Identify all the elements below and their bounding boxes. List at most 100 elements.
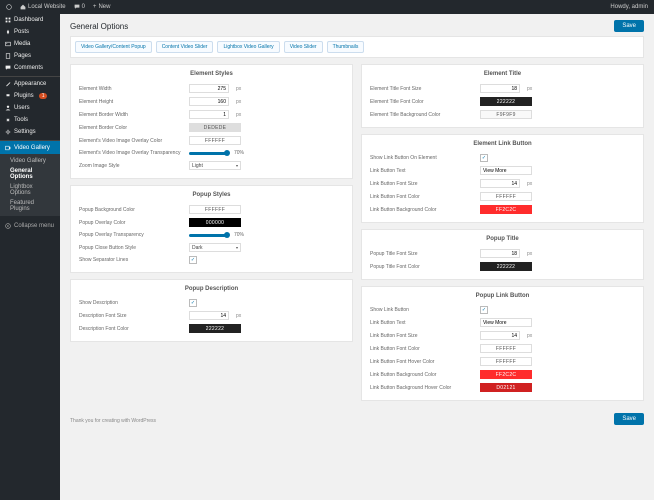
- sidebar-sub-featured-plugins[interactable]: Featured Plugins: [0, 198, 60, 214]
- color-swatch[interactable]: FFFFFF: [480, 344, 532, 353]
- option-row: Link Button Font Hover ColorFFFFFF: [370, 355, 635, 368]
- sidebar-sub-video-gallery[interactable]: Video Gallery: [0, 156, 60, 166]
- option-row: Zoom Image StyleLight: [79, 159, 344, 172]
- checkbox-Show Link Button[interactable]: ✓: [480, 306, 488, 314]
- greeting[interactable]: Howdy, admin: [610, 4, 648, 10]
- sidebar-item-media[interactable]: Media: [0, 38, 60, 50]
- sidebar-item-users[interactable]: Users: [0, 102, 60, 114]
- site-link[interactable]: Local Website: [20, 4, 66, 10]
- save-button[interactable]: Save: [614, 20, 644, 32]
- option-row: Show Link Button✓: [370, 304, 635, 316]
- panel-element-styles: Element StylesElement WidthpxElement Hei…: [70, 64, 353, 179]
- option-row: Popup Overlay Transparency70%: [79, 229, 344, 241]
- option-row: Link Button Background Hover ColorD02121: [370, 381, 635, 394]
- option-label: Element Title Font Size: [370, 86, 480, 92]
- color-swatch[interactable]: FFFFFF: [480, 192, 532, 201]
- option-row: Show Description✓: [79, 297, 344, 309]
- select-Popup Close Button Style[interactable]: Dark: [189, 243, 241, 252]
- option-label: Link Button Font Size: [370, 181, 480, 187]
- panel-title: Element Title: [370, 71, 635, 77]
- sidebar-item-posts[interactable]: Posts: [0, 26, 60, 38]
- input-Popup Title Font Size[interactable]: [480, 249, 520, 258]
- option-label: Link Button Text: [370, 320, 480, 326]
- input-Element Width[interactable]: [189, 84, 229, 93]
- slider-Element's Video Image Overlay Transparency[interactable]: [189, 152, 227, 155]
- input-Link Button Text[interactable]: [480, 166, 532, 175]
- input-Element Border Width[interactable]: [189, 110, 229, 119]
- input-Element Title Font Size[interactable]: [480, 84, 520, 93]
- checkbox-Show Separator Lines[interactable]: ✓: [189, 256, 197, 264]
- option-label: Element Border Width: [79, 112, 189, 118]
- input-Link Button Text[interactable]: [480, 318, 532, 327]
- color-swatch[interactable]: 222222: [189, 324, 241, 333]
- color-swatch[interactable]: 222222: [480, 262, 532, 271]
- color-swatch[interactable]: 000000: [189, 218, 241, 227]
- option-label: Popup Title Font Color: [370, 264, 480, 270]
- option-row: Popup Close Button StyleDark: [79, 241, 344, 254]
- option-label: Link Button Font Color: [370, 346, 480, 352]
- option-label: Element Height: [79, 99, 189, 105]
- option-label: Element Border Color: [79, 125, 189, 131]
- sidebar-item-settings[interactable]: Settings: [0, 126, 60, 138]
- color-swatch[interactable]: FFFFFF: [189, 205, 241, 214]
- wp-logo[interactable]: [6, 4, 12, 10]
- option-label: Link Button Background Hover Color: [370, 385, 480, 391]
- gear-icon: [5, 129, 11, 135]
- sidebar-item-dashboard[interactable]: Dashboard: [0, 14, 60, 26]
- comment-icon: [5, 65, 11, 71]
- sidebar-item-comments[interactable]: Comments: [0, 62, 60, 74]
- tab-video-gallery-content-popup[interactable]: Video Gallery/Content Popup: [75, 41, 152, 53]
- panel-popup-description: Popup DescriptionShow Description✓Descri…: [70, 279, 353, 342]
- tab-content-video-slider[interactable]: Content Video Slider: [156, 41, 214, 53]
- input-Link Button Font Size[interactable]: [480, 179, 520, 188]
- option-row: Link Button Font ColorFFFFFF: [370, 342, 635, 355]
- input-Description Font Size[interactable]: [189, 311, 229, 320]
- option-label: Element Title Background Color: [370, 112, 480, 118]
- color-swatch[interactable]: 222222: [480, 97, 532, 106]
- color-swatch[interactable]: F9F9F9: [480, 110, 532, 119]
- new-link[interactable]: + New: [93, 4, 111, 10]
- option-row: Popup Background ColorFFFFFF: [79, 203, 344, 216]
- input-Link Button Font Size[interactable]: [480, 331, 520, 340]
- option-row: Show Link Button On Element✓: [370, 152, 635, 164]
- color-swatch[interactable]: FF2C2C: [480, 370, 532, 379]
- color-swatch[interactable]: FFFFFF: [480, 357, 532, 366]
- option-row: Link Button Text: [370, 164, 635, 177]
- tab-lightbox-video-gallery[interactable]: Lightbox Video Gallery: [217, 41, 279, 53]
- select-Zoom Image Style[interactable]: Light: [189, 161, 241, 170]
- sidebar-item-tools[interactable]: Tools: [0, 114, 60, 126]
- color-swatch[interactable]: FF2C2C: [480, 205, 532, 214]
- tab-thumbnails[interactable]: Thumbnails: [327, 41, 365, 53]
- slider-Popup Overlay Transparency[interactable]: [189, 234, 227, 237]
- tab-video-slider[interactable]: Video Slider: [284, 41, 323, 53]
- sidebar-sub-lightbox-options[interactable]: Lightbox Options: [0, 182, 60, 198]
- option-row: Link Button Text: [370, 316, 635, 329]
- comments-link[interactable]: 0: [74, 4, 85, 10]
- sidebar-item-video-gallery[interactable]: Video Gallery: [0, 140, 60, 154]
- option-label: Popup Close Button Style: [79, 245, 189, 251]
- checkbox-Show Description[interactable]: ✓: [189, 299, 197, 307]
- option-row: Element Border ColorDEDEDE: [79, 121, 344, 134]
- option-label: Link Button Background Color: [370, 207, 480, 213]
- sidebar-item-pages[interactable]: Pages: [0, 50, 60, 62]
- collapse-menu[interactable]: Collapse menu: [0, 220, 60, 232]
- option-label: Link Button Background Color: [370, 372, 480, 378]
- panel-title: Element Styles: [79, 71, 344, 77]
- admin-sidebar: DashboardPostsMediaPagesComments Appearan…: [0, 14, 60, 500]
- sidebar-item-plugins[interactable]: Plugins1: [0, 90, 60, 102]
- sidebar-item-appearance[interactable]: Appearance: [0, 76, 60, 90]
- option-label: Link Button Text: [370, 168, 480, 174]
- option-row: Link Button Font Sizepx: [370, 177, 635, 190]
- tool-icon: [5, 117, 11, 123]
- input-Element Height[interactable]: [189, 97, 229, 106]
- option-row: Popup Title Font Sizepx: [370, 247, 635, 260]
- panel-title: Popup Title: [370, 236, 635, 242]
- option-label: Popup Title Font Size: [370, 251, 480, 257]
- checkbox-Show Link Button On Element[interactable]: ✓: [480, 154, 488, 162]
- color-swatch[interactable]: D02121: [480, 383, 532, 392]
- option-row: Link Button Background ColorFF2C2C: [370, 368, 635, 381]
- color-swatch[interactable]: DEDEDE: [189, 123, 241, 132]
- save-button-bottom[interactable]: Save: [614, 413, 644, 425]
- color-swatch[interactable]: FFFFFF: [189, 136, 241, 145]
- sidebar-sub-general-options[interactable]: General Options: [0, 166, 60, 182]
